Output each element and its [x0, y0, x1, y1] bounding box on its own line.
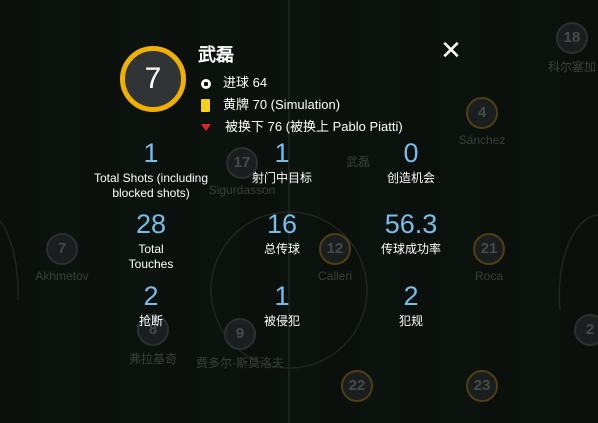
stat-value: 1: [274, 138, 290, 168]
close-icon[interactable]: ✕: [439, 37, 463, 63]
stat-label: 抢断: [138, 314, 163, 328]
player-jersey-number: 7: [120, 46, 186, 112]
stat-value: 2: [143, 281, 159, 311]
event-substitution-text: 被换下 76 (被换上 Pablo Piatti): [225, 119, 403, 134]
stat-label: 被侵犯: [263, 314, 300, 328]
stat-pass-accuracy: 56.3 传球成功率: [346, 209, 476, 257]
sub-out-icon: [201, 124, 211, 132]
stat-total-passes: 16 总传球: [217, 209, 347, 257]
ball-icon: [201, 78, 211, 89]
stat-label: Total Shots (including blocked shots): [93, 171, 209, 200]
stat-value: 16: [266, 209, 298, 239]
stat-value: 1: [143, 138, 159, 168]
yellow-card-icon: [201, 99, 210, 113]
stat-tackles: 2 抢断: [86, 281, 216, 329]
stat-value: 1: [274, 281, 290, 311]
event-yellow-card: 黄牌 70 (Simulation): [199, 94, 340, 113]
stat-value: 28: [135, 209, 167, 239]
stat-label: 总传球: [263, 242, 300, 256]
stat-label: 犯规: [398, 314, 423, 328]
stat-value: 56.3: [384, 209, 438, 239]
stat-shots-on-target: 1 射门中目标: [217, 138, 347, 186]
stat-label: 射门中目标: [251, 171, 312, 185]
stat-label: 传球成功率: [380, 242, 441, 256]
event-goal-text: 进球 64: [223, 75, 268, 90]
stat-fouls-won: 1 被侵犯: [217, 281, 347, 329]
event-substitution: 被换下 76 (被换上 Pablo Piatti): [199, 116, 403, 135]
stat-value: 0: [403, 138, 419, 168]
event-yellow-card-text: 黄牌 70 (Simulation): [223, 97, 341, 112]
stat-value: 2: [403, 281, 419, 311]
event-goal: 进球 64: [199, 72, 267, 91]
player-name: 武磊: [198, 45, 234, 65]
stat-label: 创造机会: [386, 171, 435, 185]
stat-chances-created: 0 创造机会: [346, 138, 476, 186]
stat-label: Total Touches: [128, 242, 174, 271]
stat-total-touches: 28 Total Touches: [86, 209, 216, 272]
stat-total-shots: 1 Total Shots (including blocked shots): [86, 138, 216, 201]
stat-fouls-committed: 2 犯规: [346, 281, 476, 329]
